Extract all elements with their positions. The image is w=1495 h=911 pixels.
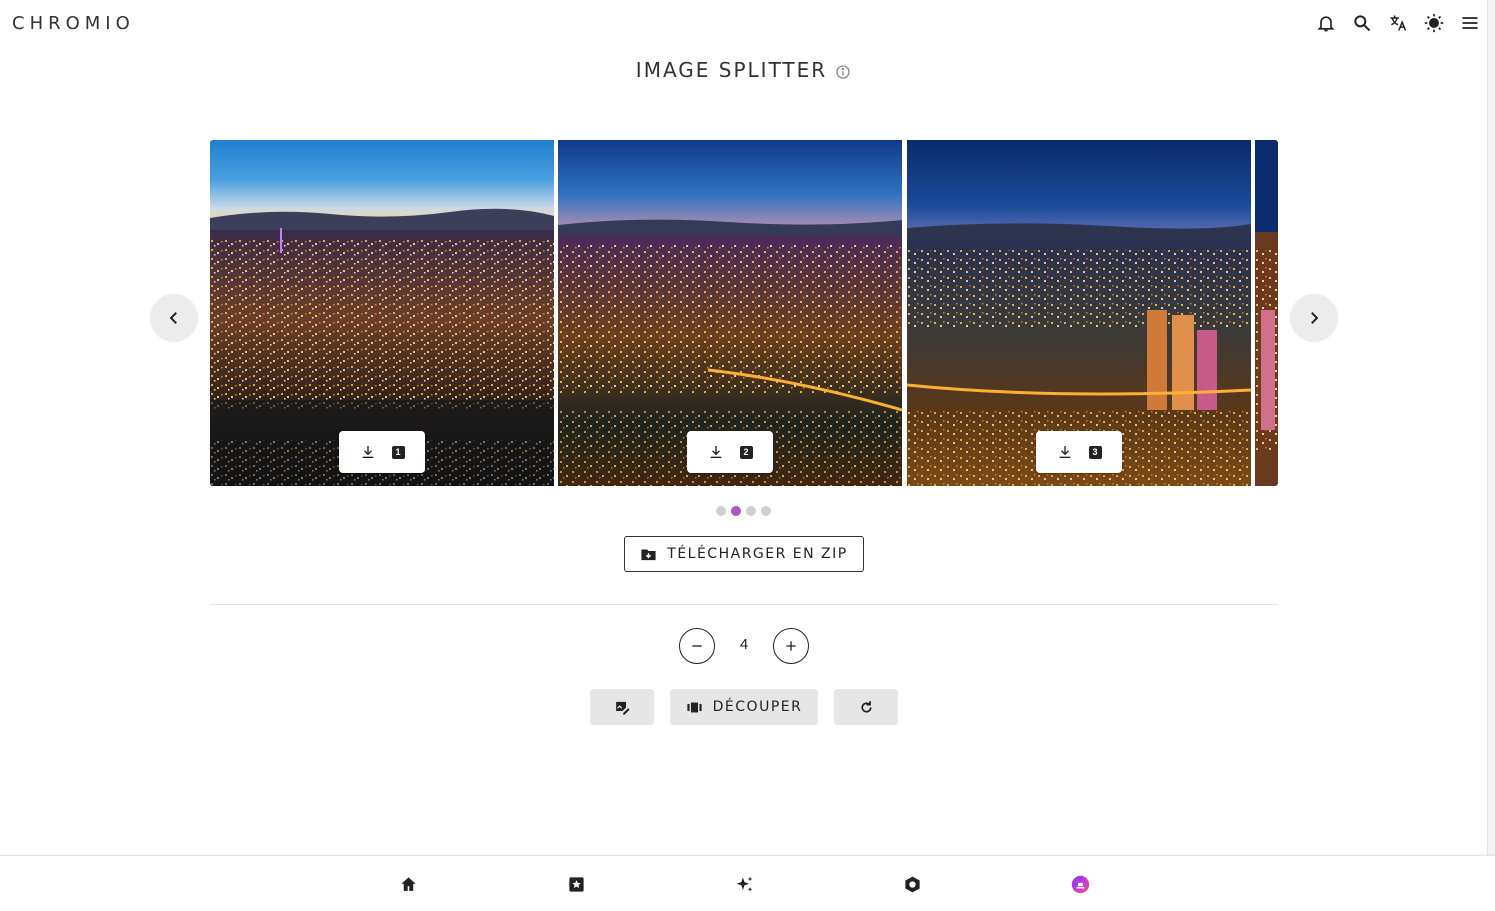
carousel-pagination xyxy=(0,506,1487,516)
translate-icon[interactable] xyxy=(1387,12,1409,34)
image-tile: 2 xyxy=(558,140,902,486)
decrement-button[interactable] xyxy=(679,628,715,664)
carousel-next-button[interactable] xyxy=(1290,294,1338,342)
bottom-navigation xyxy=(0,855,1495,911)
page-title: IMAGE SPLITTER xyxy=(635,58,828,82)
reset-button[interactable] xyxy=(834,689,898,725)
section-divider xyxy=(210,604,1278,605)
download-icon xyxy=(710,446,721,458)
edit-image-button[interactable] xyxy=(590,689,654,725)
carousel-prev-button[interactable] xyxy=(150,294,198,342)
app-logo[interactable]: CHROMIO xyxy=(12,13,135,34)
top-bar: CHROMIO xyxy=(0,0,1495,48)
increment-button[interactable] xyxy=(773,628,809,664)
image-tile-partial xyxy=(1255,140,1278,486)
app-avatar-icon[interactable] xyxy=(1069,873,1091,895)
cut-button[interactable]: DÉCOUPER xyxy=(670,689,818,725)
info-icon[interactable] xyxy=(835,64,851,80)
pagination-dot[interactable] xyxy=(716,506,726,516)
image-tile: 1 xyxy=(210,140,554,486)
menu-icon[interactable] xyxy=(1459,12,1481,34)
image-tile: 3 xyxy=(907,140,1251,486)
bell-icon[interactable] xyxy=(1315,12,1337,34)
top-icon-group xyxy=(1315,12,1481,34)
chevron-left-icon xyxy=(169,312,177,324)
plus-icon xyxy=(786,641,796,651)
download-tile-button[interactable]: 2 xyxy=(687,431,773,473)
minus-icon xyxy=(692,645,702,647)
download-tile-button[interactable]: 1 xyxy=(339,431,425,473)
home-icon[interactable] xyxy=(397,873,419,895)
download-tile-button[interactable]: 3 xyxy=(1036,431,1122,473)
refresh-icon xyxy=(860,700,872,713)
cut-button-label: DÉCOUPER xyxy=(712,699,803,715)
split-count-value: 4 xyxy=(739,636,749,653)
download-icon xyxy=(362,446,373,458)
search-icon[interactable] xyxy=(1351,12,1373,34)
tile-number-badge: 2 xyxy=(739,445,753,459)
image-carousel[interactable]: 1 2 3 xyxy=(210,140,1278,486)
tile-number-badge: 3 xyxy=(1088,445,1102,459)
star-box-icon[interactable] xyxy=(565,873,587,895)
download-zip-label: TÉLÉCHARGER EN ZIP xyxy=(667,546,848,562)
brightness-icon[interactable] xyxy=(1423,12,1445,34)
sparkles-icon[interactable] xyxy=(733,873,755,895)
city-night-image xyxy=(1255,140,1278,486)
pagination-dot[interactable] xyxy=(761,506,771,516)
title-row: IMAGE SPLITTER xyxy=(0,58,1487,82)
folder-download-icon xyxy=(641,549,656,560)
view-column-icon xyxy=(687,702,702,712)
download-icon xyxy=(1059,446,1070,458)
pagination-dot[interactable] xyxy=(746,506,756,516)
hexagon-icon[interactable] xyxy=(901,873,923,895)
scrollbar[interactable] xyxy=(1487,0,1495,855)
chevron-right-icon xyxy=(1311,312,1319,324)
download-zip-button[interactable]: TÉLÉCHARGER EN ZIP xyxy=(624,536,864,572)
image-edit-icon xyxy=(615,701,630,715)
pagination-dot-active[interactable] xyxy=(731,506,741,516)
tile-number-badge: 1 xyxy=(391,445,405,459)
